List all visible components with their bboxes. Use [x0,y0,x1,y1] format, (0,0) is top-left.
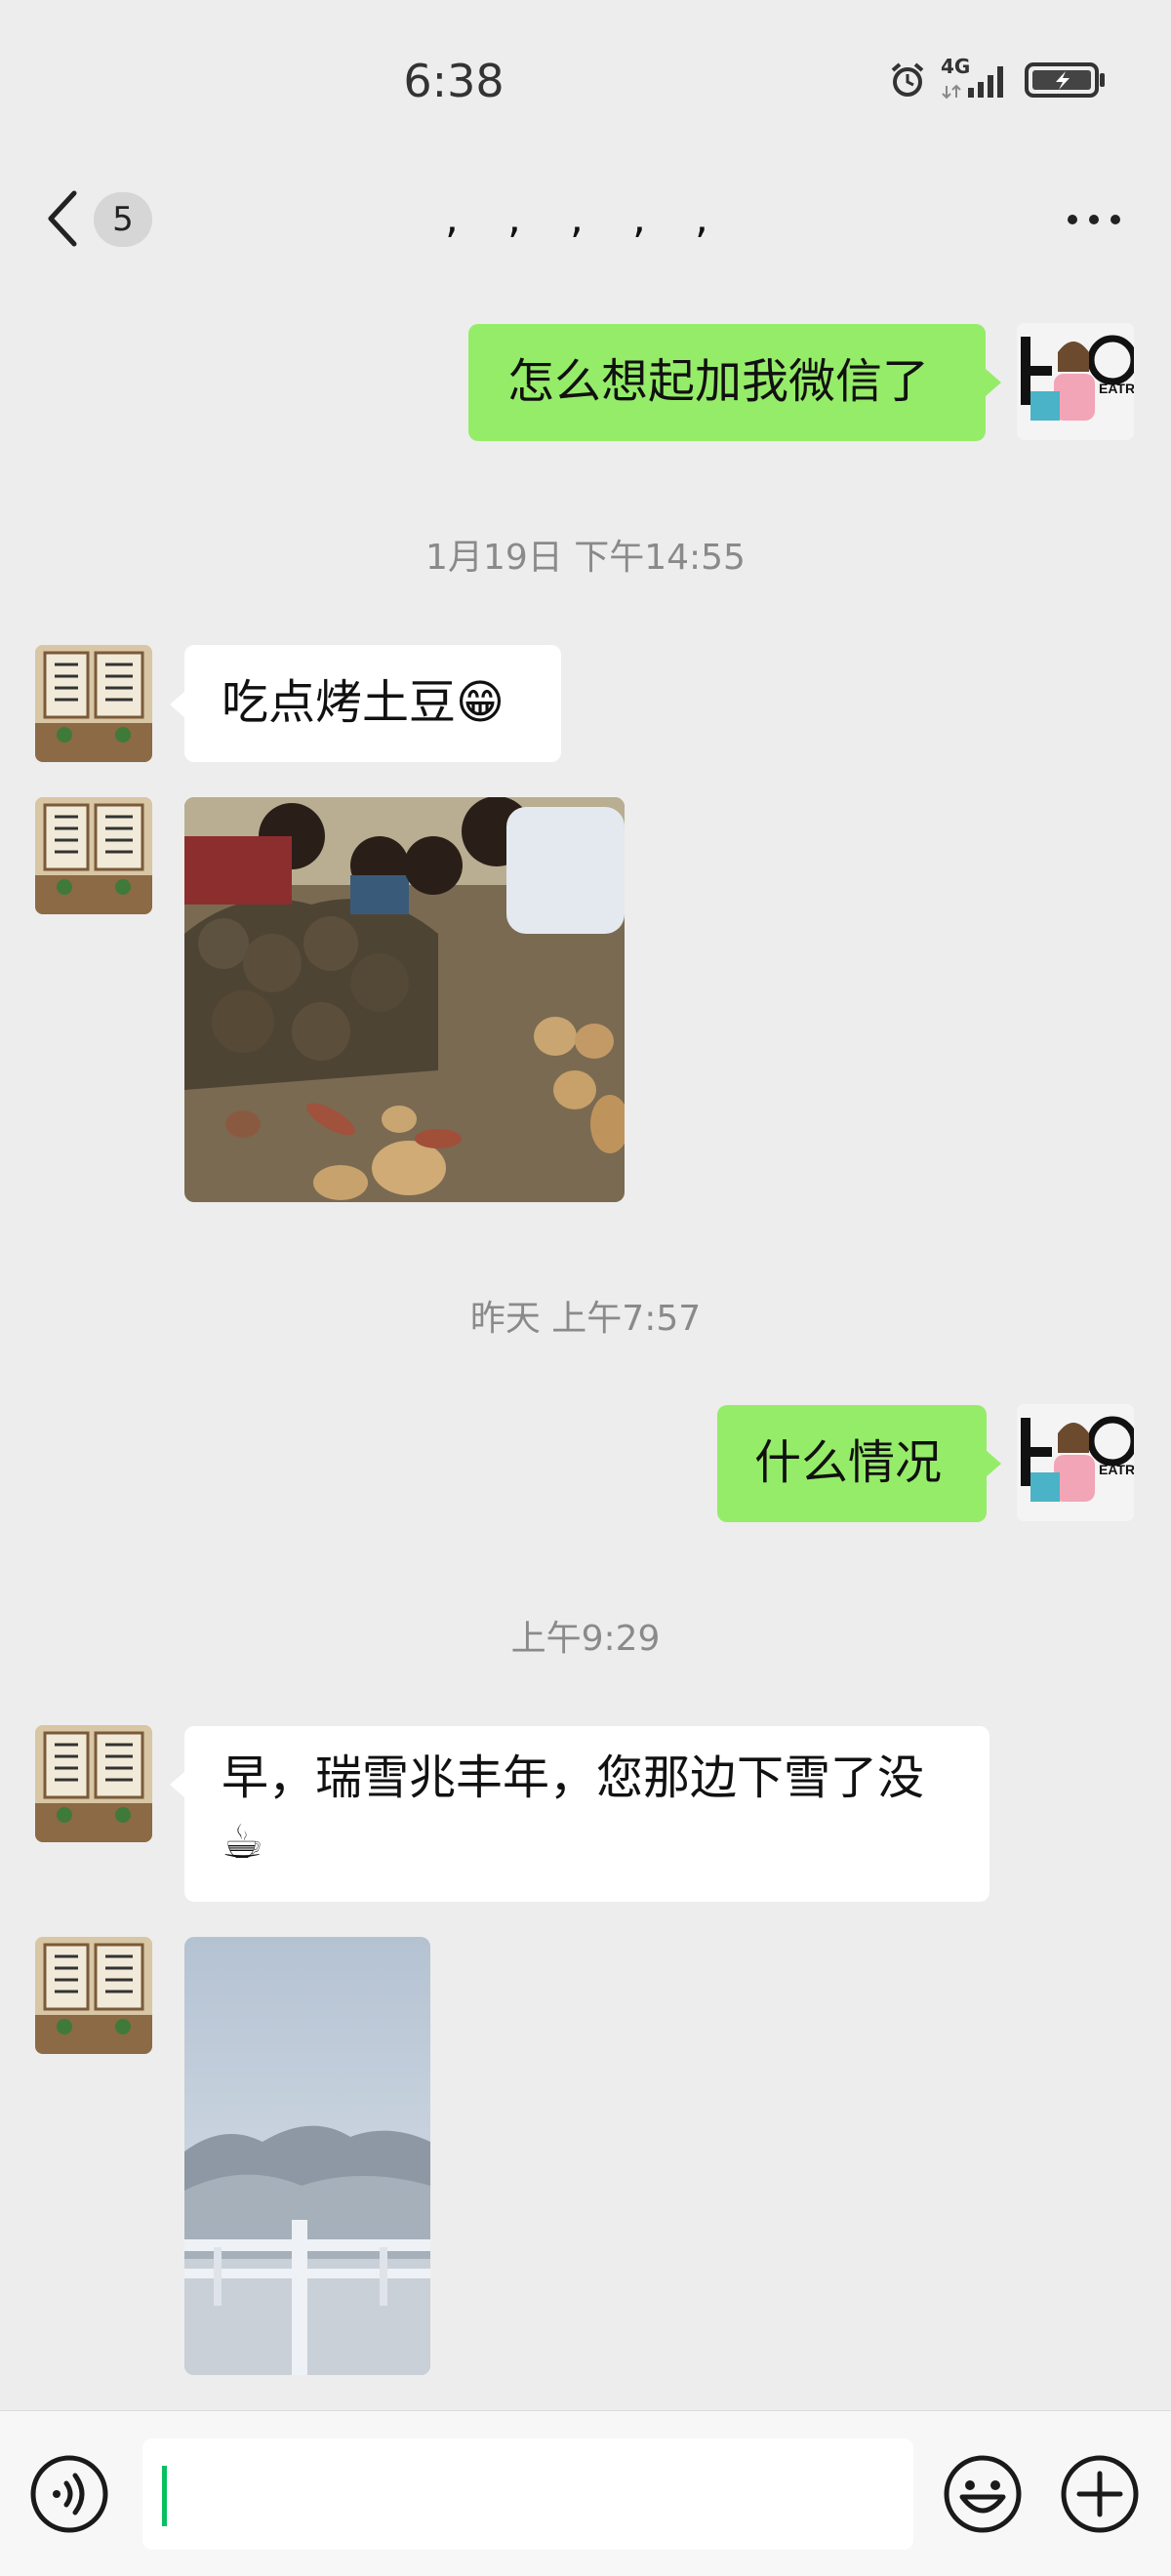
bubble-tail [986,369,1001,396]
add-attachment-icon[interactable] [1060,2454,1140,2534]
status-icons: 4G [888,55,1107,100]
more-options-icon[interactable] [1068,215,1120,224]
contact-avatar[interactable] [35,1937,152,2054]
bubble-tail [170,691,185,718]
signal-icon: 4G [941,55,1011,100]
timestamp: 昨天 上午7:57 [469,1299,702,1339]
unread-count-badge[interactable]: 5 [94,192,152,247]
contact-avatar[interactable] [35,797,152,914]
contact-avatar[interactable] [35,645,152,762]
input-bar [0,2410,1171,2576]
image-message-potatoes[interactable] [184,797,625,1202]
contact-avatar[interactable] [35,1725,152,1842]
bubble-tail [986,1450,1001,1477]
chat-title: , , , , , [445,193,726,243]
message-input[interactable] [142,2438,913,2550]
message-bubble-incoming[interactable]: 早，瑞雪兆丰年，您那边下雪了没 ☕ [184,1726,989,1902]
message-bubble-outgoing[interactable]: 怎么想起加我微信了 [468,324,986,441]
alarm-icon [891,62,924,97]
message-text: 什么情况 [754,1435,943,1490]
timestamp: 1月19日 下午14:55 [425,538,746,578]
text-cursor [162,2466,167,2526]
message-text: 早，瑞雪兆丰年，您那边下雪了没 [222,1751,925,1805]
self-avatar[interactable]: EATR [1017,323,1134,440]
svg-text:EATR: EATR [1099,1462,1134,1477]
svg-text:EATR: EATR [1099,381,1134,396]
bubble-tail [170,1771,185,1798]
message-text: 吃点烤土豆😁 [222,675,505,730]
battery-icon [1025,62,1105,98]
status-time: 6:38 [403,55,505,107]
back-icon[interactable] [43,187,86,250]
chat-screen: 6:38 4G 5 , , , , , EATR 怎么想起加我微信了 1月19日… [0,0,1171,2576]
message-emoji: ☕ [222,1815,264,1870]
message-bubble-outgoing[interactable]: 什么情况 [717,1405,987,1522]
image-message-snow[interactable] [184,1937,430,2375]
emoji-icon[interactable] [943,2454,1023,2534]
self-avatar[interactable]: EATR [1017,1404,1134,1521]
timestamp: 上午9:29 [510,1619,661,1659]
message-bubble-incoming[interactable]: 吃点烤土豆😁 [184,645,561,762]
voice-input-icon[interactable] [29,2454,109,2534]
message-text: 怎么想起加我微信了 [507,354,930,409]
